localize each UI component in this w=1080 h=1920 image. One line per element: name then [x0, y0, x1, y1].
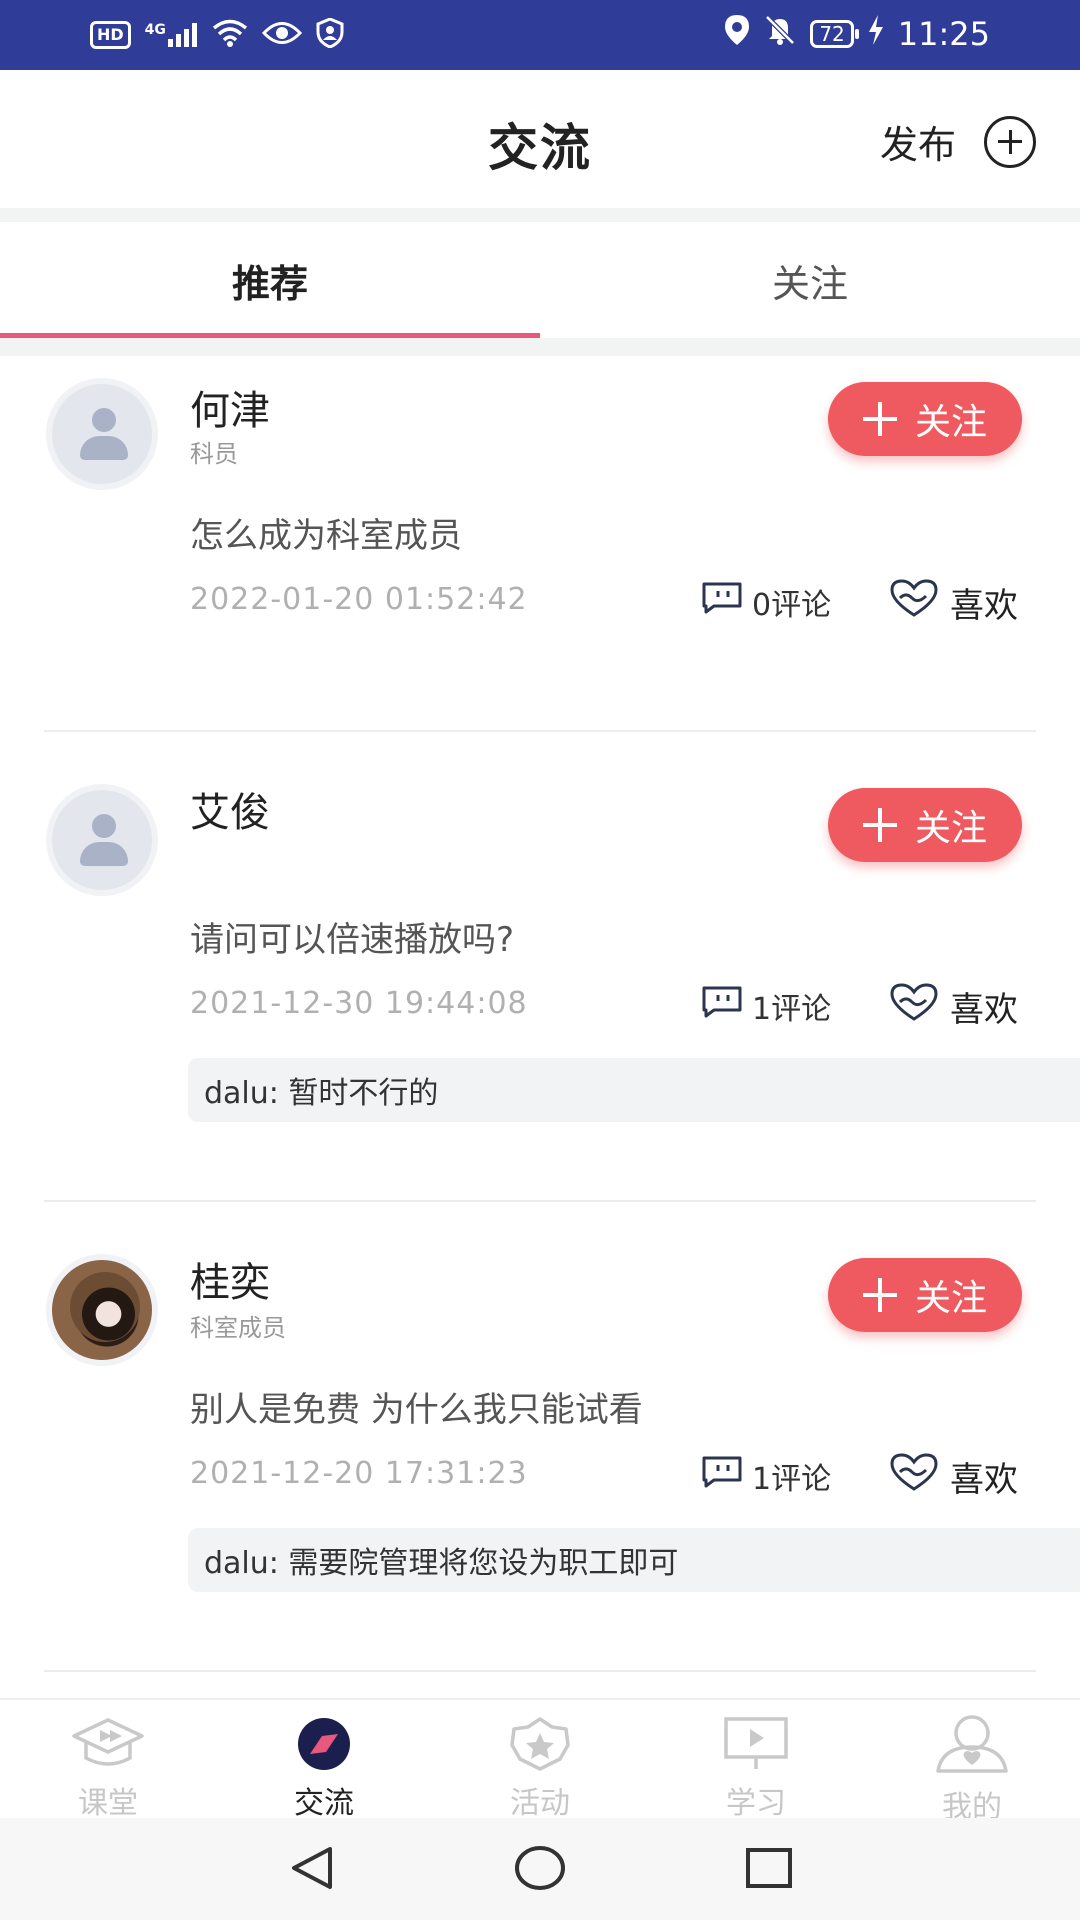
- publish-label: 发布: [879, 123, 956, 167]
- follow-label: 关注: [914, 808, 987, 849]
- avatar[interactable]: [46, 1254, 158, 1366]
- default-avatar-body: [80, 842, 128, 866]
- tab-following[interactable]: 关注: [540, 222, 1080, 338]
- shield-user-icon: [316, 17, 344, 52]
- comment-count: 0评论: [752, 588, 832, 623]
- classroom-icon: [68, 1714, 148, 1774]
- nav-profile[interactable]: 我的: [864, 1700, 1080, 1825]
- eye-icon: [261, 20, 302, 50]
- nav-activity[interactable]: 活动: [432, 1700, 648, 1821]
- comment-icon: [700, 581, 744, 623]
- heart-icon: [888, 982, 940, 1031]
- post-feed[interactable]: 何津 科员 关注 怎么成为科室成员 2022-01-20 01:52:42 0评…: [0, 356, 1080, 1698]
- bottom-nav: 课堂 交流 活动 学习 我的: [0, 1698, 1080, 1825]
- post-content[interactable]: 别人是免费 为什么我只能试看: [190, 1382, 643, 1431]
- plus-icon: [862, 808, 897, 842]
- back-button[interactable]: [276, 1838, 346, 1898]
- system-nav-bar: [0, 1818, 1080, 1920]
- comment-count: 1评论: [752, 1462, 832, 1497]
- wifi-icon: [212, 19, 248, 51]
- nav-label: 交流: [294, 1786, 354, 1821]
- charging-icon: [868, 15, 884, 53]
- section-gap: [0, 208, 1080, 222]
- tab-label: 推荐: [231, 261, 308, 306]
- post-author[interactable]: 桂奕: [190, 1250, 270, 1308]
- section-gap: [0, 338, 1080, 356]
- star-badge-icon: [500, 1714, 580, 1774]
- tab-recommended[interactable]: 推荐: [0, 222, 540, 338]
- post-time: 2022-01-20 01:52:42: [190, 582, 528, 617]
- like-label: 喜欢: [950, 990, 1018, 1030]
- publish-button[interactable]: 发布: [880, 114, 1036, 169]
- post-divider: [44, 1200, 1036, 1202]
- comment-count: 1评论: [752, 992, 832, 1027]
- signal-icon: 4G: [145, 23, 198, 47]
- post-time: 2021-12-30 19:44:08: [190, 986, 528, 1021]
- plus-icon: [862, 402, 897, 436]
- tab-label: 关注: [771, 261, 848, 306]
- like-label: 喜欢: [950, 586, 1018, 626]
- home-circle-icon: [515, 1846, 565, 1890]
- comment-button[interactable]: 1评论: [700, 1454, 831, 1498]
- like-label: 喜欢: [950, 1460, 1018, 1500]
- comment-button[interactable]: 1评论: [700, 984, 831, 1028]
- post-content[interactable]: 请问可以倍速播放吗?: [190, 912, 514, 961]
- recents-button[interactable]: [734, 1838, 804, 1898]
- follow-label: 关注: [914, 402, 987, 443]
- post-author[interactable]: 何津: [190, 378, 270, 436]
- user-heart-icon: [932, 1714, 1012, 1774]
- presentation-play-icon: [716, 1714, 796, 1774]
- location-icon: [724, 14, 750, 54]
- app-header: 交流 发布: [0, 70, 1080, 208]
- post-author[interactable]: 艾俊: [190, 780, 270, 838]
- author-role: 科员: [190, 440, 238, 468]
- post-divider: [44, 730, 1036, 732]
- default-avatar-icon: [92, 814, 116, 838]
- like-button[interactable]: 喜欢: [888, 1452, 1018, 1501]
- home-button[interactable]: [505, 1838, 575, 1898]
- nav-exchange[interactable]: 交流: [216, 1700, 432, 1821]
- tab-bar: 推荐 关注: [0, 222, 1080, 338]
- reply-preview[interactable]: dalu: 需要院管理将您设为职工即可: [188, 1528, 1080, 1592]
- avatar[interactable]: [46, 378, 158, 490]
- heart-icon: [888, 578, 940, 627]
- plus-icon: [862, 1278, 897, 1312]
- plus-circle-icon: [984, 115, 1036, 168]
- post-content[interactable]: 怎么成为科室成员: [190, 508, 462, 557]
- heart-icon: [888, 1452, 940, 1501]
- compass-icon: [284, 1714, 364, 1774]
- status-left: HD 4G: [90, 17, 344, 52]
- status-bar: HD 4G 72 11:25: [0, 0, 1080, 70]
- clock: 11:25: [897, 15, 990, 53]
- reply-preview[interactable]: dalu: 暂时不行的: [188, 1058, 1080, 1122]
- status-right: 72 11:25: [724, 14, 990, 54]
- mute-bell-icon: [764, 14, 796, 54]
- like-button[interactable]: 喜欢: [888, 578, 1018, 627]
- post-divider: [44, 1670, 1036, 1672]
- back-triangle-icon: [292, 1847, 332, 1889]
- default-avatar-icon: [92, 408, 116, 432]
- comment-icon: [700, 985, 744, 1027]
- avatar[interactable]: [46, 784, 158, 896]
- nav-study[interactable]: 学习: [648, 1700, 864, 1821]
- recents-square-icon: [746, 1848, 792, 1888]
- battery-indicator: 72: [810, 20, 860, 48]
- post-time: 2021-12-20 17:31:23: [190, 1456, 528, 1491]
- default-avatar-body: [80, 436, 128, 460]
- comment-button[interactable]: 0评论: [700, 580, 831, 624]
- nav-label: 学习: [726, 1786, 786, 1821]
- like-button[interactable]: 喜欢: [888, 982, 1018, 1031]
- author-role: 科室成员: [190, 1314, 286, 1342]
- follow-button[interactable]: 关注: [828, 788, 1022, 862]
- comment-icon: [700, 1455, 744, 1497]
- nav-label: 活动: [510, 1786, 570, 1821]
- user-photo: [70, 1272, 140, 1342]
- follow-button[interactable]: 关注: [828, 382, 1022, 456]
- hd-badge: HD: [90, 21, 131, 49]
- nav-label: 课堂: [78, 1786, 138, 1821]
- network-type: 4G: [144, 22, 166, 38]
- follow-label: 关注: [914, 1278, 987, 1319]
- nav-classroom[interactable]: 课堂: [0, 1700, 216, 1821]
- follow-button[interactable]: 关注: [828, 1258, 1022, 1332]
